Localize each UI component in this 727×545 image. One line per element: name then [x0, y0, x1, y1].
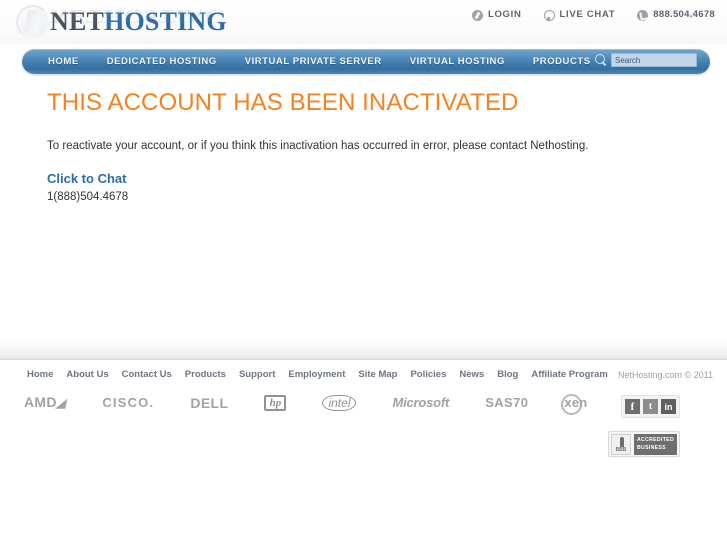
page-root: NETHOSTING NETHOSTING LOGIN LIVE CHAT 88…: [0, 0, 727, 545]
top-link-login[interactable]: LOGIN: [471, 9, 522, 21]
globe-swoosh-icon: [16, 5, 50, 39]
footer-link-about-us[interactable]: About Us: [66, 369, 108, 380]
footer-link-support[interactable]: Support: [239, 369, 275, 380]
bbb-line-business: BUSINESS: [636, 445, 666, 451]
contact-phone-number: 1(888)504.4678: [47, 191, 129, 203]
nav-item-products[interactable]: PRODUCTS: [519, 49, 605, 74]
footer-link-affiliate-program[interactable]: Affiliate Program: [531, 369, 608, 380]
logo-net-text: NET: [50, 7, 105, 36]
dell-logo: DELL: [190, 394, 229, 411]
top-link-phone[interactable]: 888.504.4678: [637, 9, 715, 21]
nav-item-home[interactable]: HOME: [34, 49, 93, 74]
footer-link-site-map[interactable]: Site Map: [358, 369, 397, 380]
logo-wordmark: NETHOSTING: [50, 7, 227, 37]
phone-icon: [637, 9, 649, 21]
top-links: LOGIN LIVE CHAT 888.504.4678: [471, 9, 715, 21]
page-title: THIS ACCOUNT HAS BEEN INACTIVATED: [47, 89, 519, 116]
top-link-login-label: LOGIN: [487, 9, 522, 20]
top-utility-bar: NETHOSTING NETHOSTING LOGIN LIVE CHAT 88…: [0, 0, 727, 44]
nav-item-virtual-private-server[interactable]: VIRTUAL PRIVATE SERVER: [231, 49, 396, 74]
footer-link-policies[interactable]: Policies: [410, 369, 446, 380]
top-link-phone-label: 888.504.4678: [653, 9, 715, 20]
footer-link-employment[interactable]: Employment: [288, 369, 345, 380]
twitter-icon[interactable]: t: [643, 399, 658, 414]
logo-hosting-text: HOSTING: [104, 7, 227, 36]
footer-link-products[interactable]: Products: [185, 369, 226, 380]
footer-link-home[interactable]: Home: [27, 369, 53, 380]
main-navigation: HOME DEDICATED HOSTING VIRTUAL PRIVATE S…: [22, 49, 710, 74]
nav-item-virtual-hosting[interactable]: VIRTUAL HOSTING: [396, 49, 519, 74]
xen-logo: xen: [561, 393, 588, 415]
login-icon: [471, 9, 483, 21]
footer-links: Home About Us Contact Us Products Suppor…: [27, 369, 608, 380]
footer-divider: [0, 359, 727, 360]
search-icon[interactable]: [595, 54, 607, 66]
footer-link-blog[interactable]: Blog: [497, 369, 518, 380]
search-input[interactable]: [611, 53, 697, 67]
click-to-chat-link[interactable]: Click to Chat: [47, 171, 687, 186]
bbb-seal-icon: BBB: [611, 433, 631, 455]
footer-link-news[interactable]: News: [459, 369, 484, 380]
bbb-seal-label: BBB: [615, 446, 627, 453]
social-links: f t in: [621, 395, 680, 418]
sas70-logo: SAS70: [485, 394, 529, 410]
microsoft-logo: Microsoft: [392, 394, 450, 410]
amd-logo-label: AMD: [24, 394, 57, 410]
hp-logo: hp: [264, 394, 287, 411]
chat-bubble-icon: [543, 9, 555, 21]
amd-arrow-icon: ◢: [55, 396, 68, 410]
linkedin-icon[interactable]: in: [661, 399, 676, 414]
nav-items: HOME DEDICATED HOSTING VIRTUAL PRIVATE S…: [22, 49, 682, 74]
facebook-icon[interactable]: f: [625, 399, 640, 414]
body-paragraph: To reactivate your account, or if you th…: [47, 140, 589, 152]
top-link-live-chat-label: LIVE CHAT: [559, 9, 616, 20]
nav-item-dedicated-hosting[interactable]: DEDICATED HOSTING: [93, 49, 231, 74]
bbb-badge-text: ACCREDITED BUSINESS: [633, 433, 677, 455]
bbb-accredited-business-badge[interactable]: BBB ACCREDITED BUSINESS: [608, 431, 680, 457]
site-logo[interactable]: NETHOSTING NETHOSTING: [14, 2, 244, 44]
footer-gradient-band: [0, 341, 727, 359]
main-content: THIS ACCOUNT HAS BEEN INACTIVATED To rea…: [47, 88, 687, 203]
copyright-text: NetHosting.com © 2011: [617, 370, 713, 380]
amd-logo: AMD◢: [24, 394, 68, 411]
nav-search: [595, 53, 697, 67]
cisco-logo: CISCO.: [102, 394, 155, 410]
bbb-line-accredited: ACCREDITED: [636, 437, 674, 443]
top-link-live-chat[interactable]: LIVE CHAT: [543, 9, 616, 21]
footer-link-contact-us[interactable]: Contact Us: [122, 369, 172, 380]
bbb-torch-icon: [620, 436, 624, 447]
partner-logos: AMD◢ CISCO. DELL hp intel Microsoft SAS7…: [24, 393, 588, 415]
intel-logo: intel: [322, 394, 357, 411]
